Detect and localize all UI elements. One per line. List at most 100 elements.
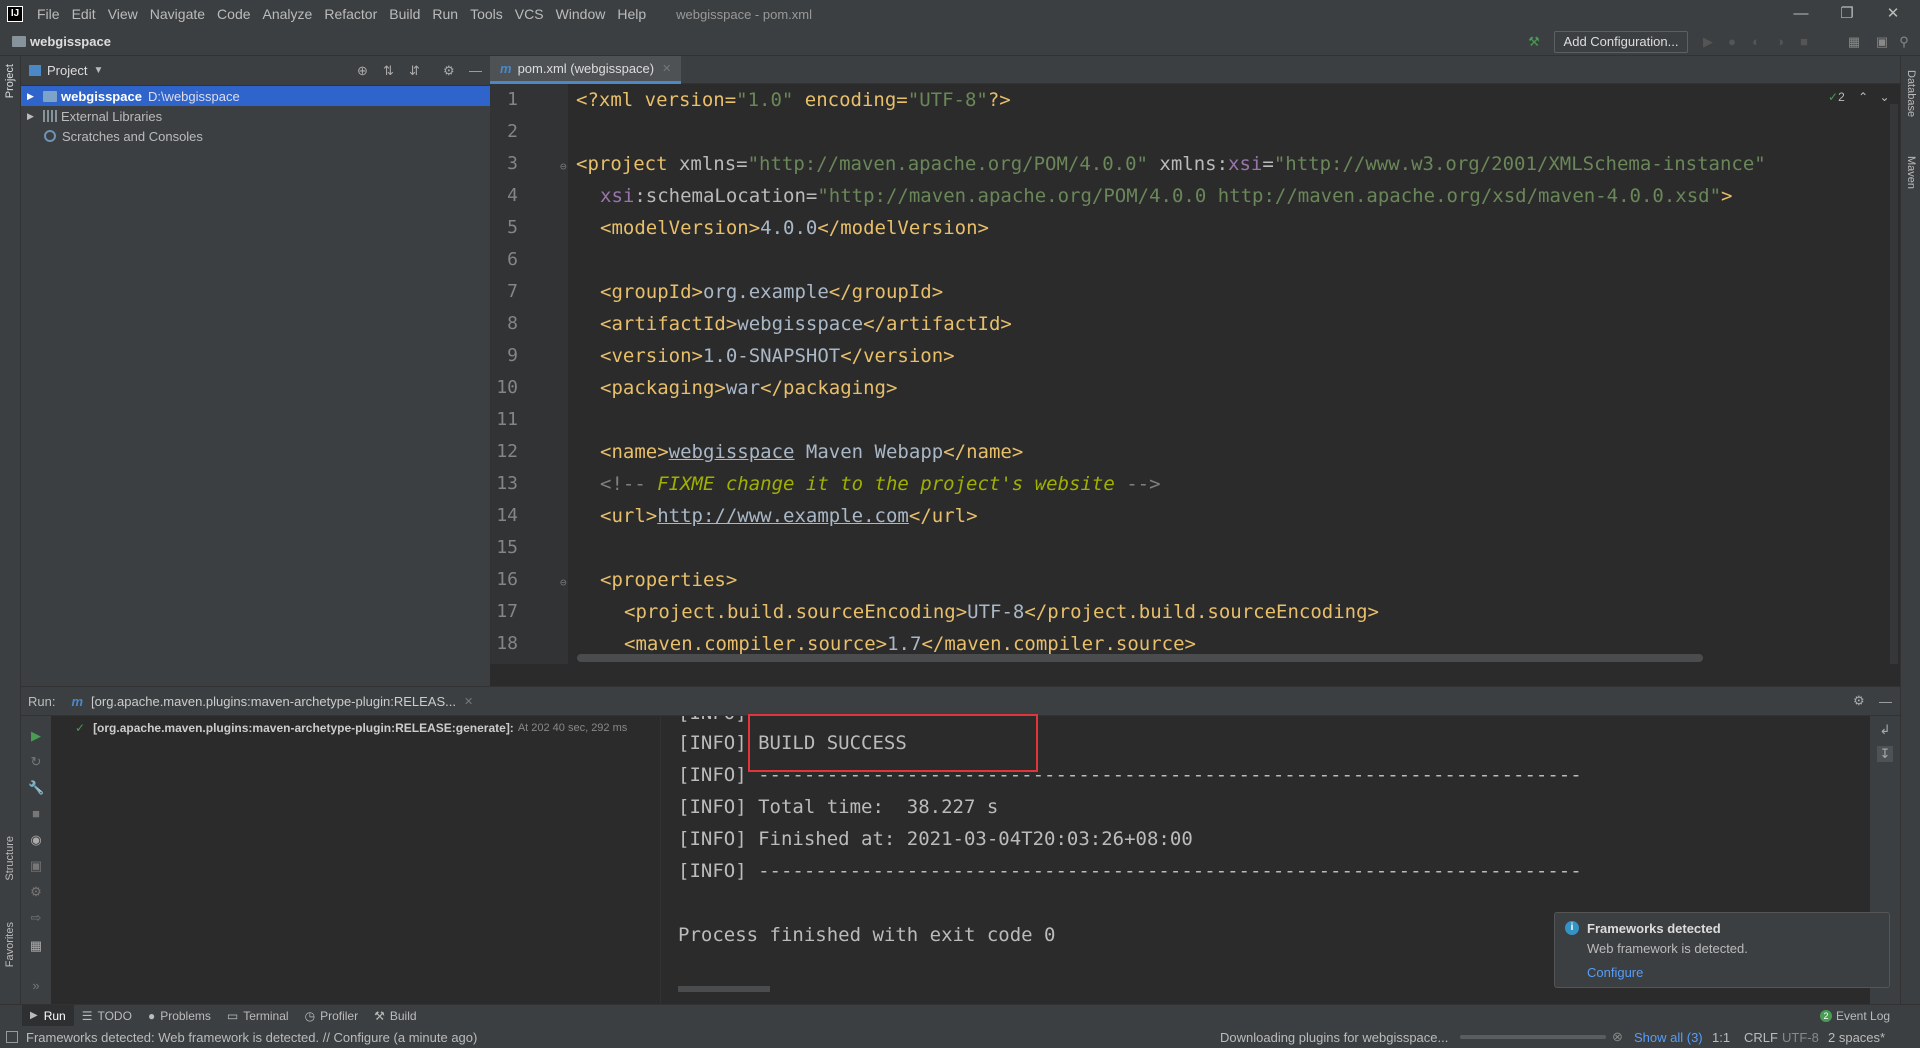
menu-window[interactable]: Window <box>550 6 612 22</box>
cancel-icon[interactable]: ⊗ <box>1612 1029 1623 1045</box>
coverage-icon[interactable]: ◐ <box>1748 34 1764 50</box>
run-tree-item[interactable]: ✓ [org.apache.maven.plugins:maven-archet… <box>75 718 627 738</box>
chevron-right-icon[interactable]: ▶ <box>27 111 41 122</box>
camera-icon[interactable]: ▣ <box>28 858 44 874</box>
fold-icon[interactable]: ⊖ <box>560 576 567 589</box>
debug-icon[interactable]: ● <box>1724 34 1740 50</box>
status-message[interactable]: Frameworks detected: Web framework is de… <box>26 1030 477 1045</box>
tab-build[interactable]: ⚒ Build <box>366 1005 424 1027</box>
show-all-link[interactable]: Show all (3) <box>1634 1030 1703 1045</box>
settings-icon[interactable]: ⚙ <box>28 884 44 900</box>
chevron-down-icon[interactable]: ▼ <box>93 65 103 76</box>
line-separator[interactable]: CRLF <box>1744 1030 1778 1045</box>
locate-icon[interactable]: ⊕ <box>357 63 368 79</box>
menu-vcs[interactable]: VCS <box>509 6 550 22</box>
stop-icon[interactable]: ■ <box>1796 34 1812 50</box>
close-tab-icon[interactable]: ✕ <box>464 695 473 708</box>
tree-item-webgisspace[interactable]: ▶ webgisspace D:\webgisspace <box>21 86 490 106</box>
gear-icon[interactable]: ⚙ <box>1853 693 1865 709</box>
console-line-partial: [INFO] <box>678 716 747 724</box>
layout-icon[interactable]: ▣ <box>1874 34 1890 50</box>
project-view-selector[interactable]: Project <box>47 63 87 78</box>
project-structure-icon[interactable]: ▦ <box>1846 34 1862 50</box>
editor-horizontal-scrollbar[interactable] <box>577 654 1703 662</box>
menu-tools[interactable]: Tools <box>464 6 509 22</box>
export-icon[interactable]: ⇨ <box>28 910 44 926</box>
menu-edit[interactable]: Edit <box>66 6 102 22</box>
project-tool-tab[interactable]: Project <box>4 64 16 98</box>
menu-code[interactable]: Code <box>211 6 256 22</box>
wrench-icon[interactable]: 🔧 <box>28 780 44 796</box>
menu-bar: IJ File Edit View Navigate Code Analyze … <box>0 0 1920 28</box>
add-configuration-button[interactable]: Add Configuration... <box>1554 31 1688 53</box>
tab-terminal[interactable]: ▭ Terminal <box>219 1005 297 1027</box>
layout-toggle-icon[interactable] <box>6 1031 18 1043</box>
tab-pom-xml[interactable]: m pom.xml (webgisspace) ✕ <box>490 56 682 84</box>
expand-all-icon[interactable]: ⇅ <box>383 63 394 79</box>
chevron-up-icon[interactable]: ⌃ <box>1858 90 1868 104</box>
tab-problems[interactable]: ● Problems <box>140 1005 219 1027</box>
run-tab[interactable]: [org.apache.maven.plugins:maven-archetyp… <box>91 694 456 709</box>
gear-icon[interactable]: ⚙ <box>443 63 455 79</box>
eye-icon[interactable]: ◉ <box>28 832 44 848</box>
stop-icon[interactable]: ■ <box>28 806 44 822</box>
menu-run[interactable]: Run <box>426 6 464 22</box>
fold-icon[interactable]: ⊖ <box>560 160 567 173</box>
console-horizontal-scrollbar[interactable] <box>678 986 770 992</box>
close-window-icon[interactable]: ✕ <box>1870 0 1916 28</box>
breadcrumb[interactable]: webgisspace <box>10 34 111 49</box>
menu-navigate[interactable]: Navigate <box>144 6 211 22</box>
rerun-icon[interactable]: ▶ <box>28 728 44 744</box>
build-hammer-icon[interactable]: ⚒ <box>1526 34 1542 50</box>
check-icon: ✓ <box>1828 90 1839 104</box>
tree-item-external-libraries[interactable]: ▶ External Libraries <box>21 106 490 126</box>
tab-run[interactable]: ▶ Run <box>22 1004 74 1027</box>
menu-file[interactable]: File <box>31 6 66 22</box>
line-number: 16 <box>496 569 518 590</box>
menu-build[interactable]: Build <box>383 6 426 22</box>
menu-help[interactable]: Help <box>611 6 652 22</box>
tab-profiler[interactable]: ◷ Profiler <box>297 1005 367 1027</box>
minimize-icon[interactable]: — <box>1778 0 1824 28</box>
tree-item-scratches[interactable]: Scratches and Consoles <box>21 126 490 146</box>
menu-analyze[interactable]: Analyze <box>257 6 319 22</box>
search-icon[interactable]: ⚲ <box>1896 34 1912 50</box>
file-encoding[interactable]: UTF-8 <box>1782 1030 1819 1045</box>
cursor-position[interactable]: 1:1 <box>1712 1030 1730 1045</box>
indent-setting[interactable]: 2 spaces* <box>1828 1030 1885 1045</box>
collapse-all-icon[interactable]: ⇵ <box>409 63 420 79</box>
menu-view[interactable]: View <box>102 6 144 22</box>
code-editor[interactable]: <?xml version="1.0" encoding="UTF-8"?> <… <box>570 84 1890 664</box>
maven-tool-tab[interactable]: Maven <box>1905 156 1917 189</box>
more-icon[interactable]: » <box>28 978 44 994</box>
intellij-logo-icon: IJ <box>7 6 23 22</box>
left-tool-strip: Project Structure Favorites <box>0 56 21 1004</box>
close-tab-icon[interactable]: ✕ <box>662 62 671 75</box>
menu-refactor[interactable]: Refactor <box>318 6 383 22</box>
hide-icon[interactable]: — <box>1879 694 1892 709</box>
scroll-to-end-icon[interactable]: ↧ <box>1877 746 1893 762</box>
inspection-widget[interactable]: ✓2 ⌃ ⌄ <box>1828 90 1890 104</box>
profile-icon[interactable]: ◑ <box>1772 34 1788 50</box>
line-number: 4 <box>507 185 518 206</box>
line-number: 18 <box>496 633 518 654</box>
run-icon[interactable]: ▶ <box>1700 34 1716 50</box>
editor-vertical-scrollbar[interactable] <box>1890 104 1898 664</box>
configure-link[interactable]: Configure <box>1587 965 1643 980</box>
hide-icon[interactable]: — <box>469 63 482 78</box>
structure-tool-tab[interactable]: Structure <box>4 836 16 881</box>
soft-wrap-icon[interactable]: ↲ <box>1877 722 1893 738</box>
window-title: webgisspace - pom.xml <box>676 6 812 22</box>
layout-icon[interactable]: ▦ <box>28 938 44 954</box>
rerun-failed-icon[interactable]: ↻ <box>28 754 44 770</box>
database-tool-tab[interactable]: Database <box>1905 70 1917 117</box>
restore-icon[interactable]: ❐ <box>1824 0 1870 28</box>
chevron-right-icon[interactable]: ▶ <box>27 91 41 102</box>
maven-file-icon: m <box>500 61 512 76</box>
profiler-icon: ◷ <box>304 1008 316 1023</box>
favorites-tool-tab[interactable]: Favorites <box>4 922 16 967</box>
run-panel-header: Run: m [org.apache.maven.plugins:maven-a… <box>21 686 1900 716</box>
tab-event-log[interactable]: 2 Event Log <box>1812 1005 1898 1027</box>
tab-todo[interactable]: ☰ TODO <box>74 1005 140 1027</box>
chevron-down-icon[interactable]: ⌄ <box>1880 90 1890 104</box>
